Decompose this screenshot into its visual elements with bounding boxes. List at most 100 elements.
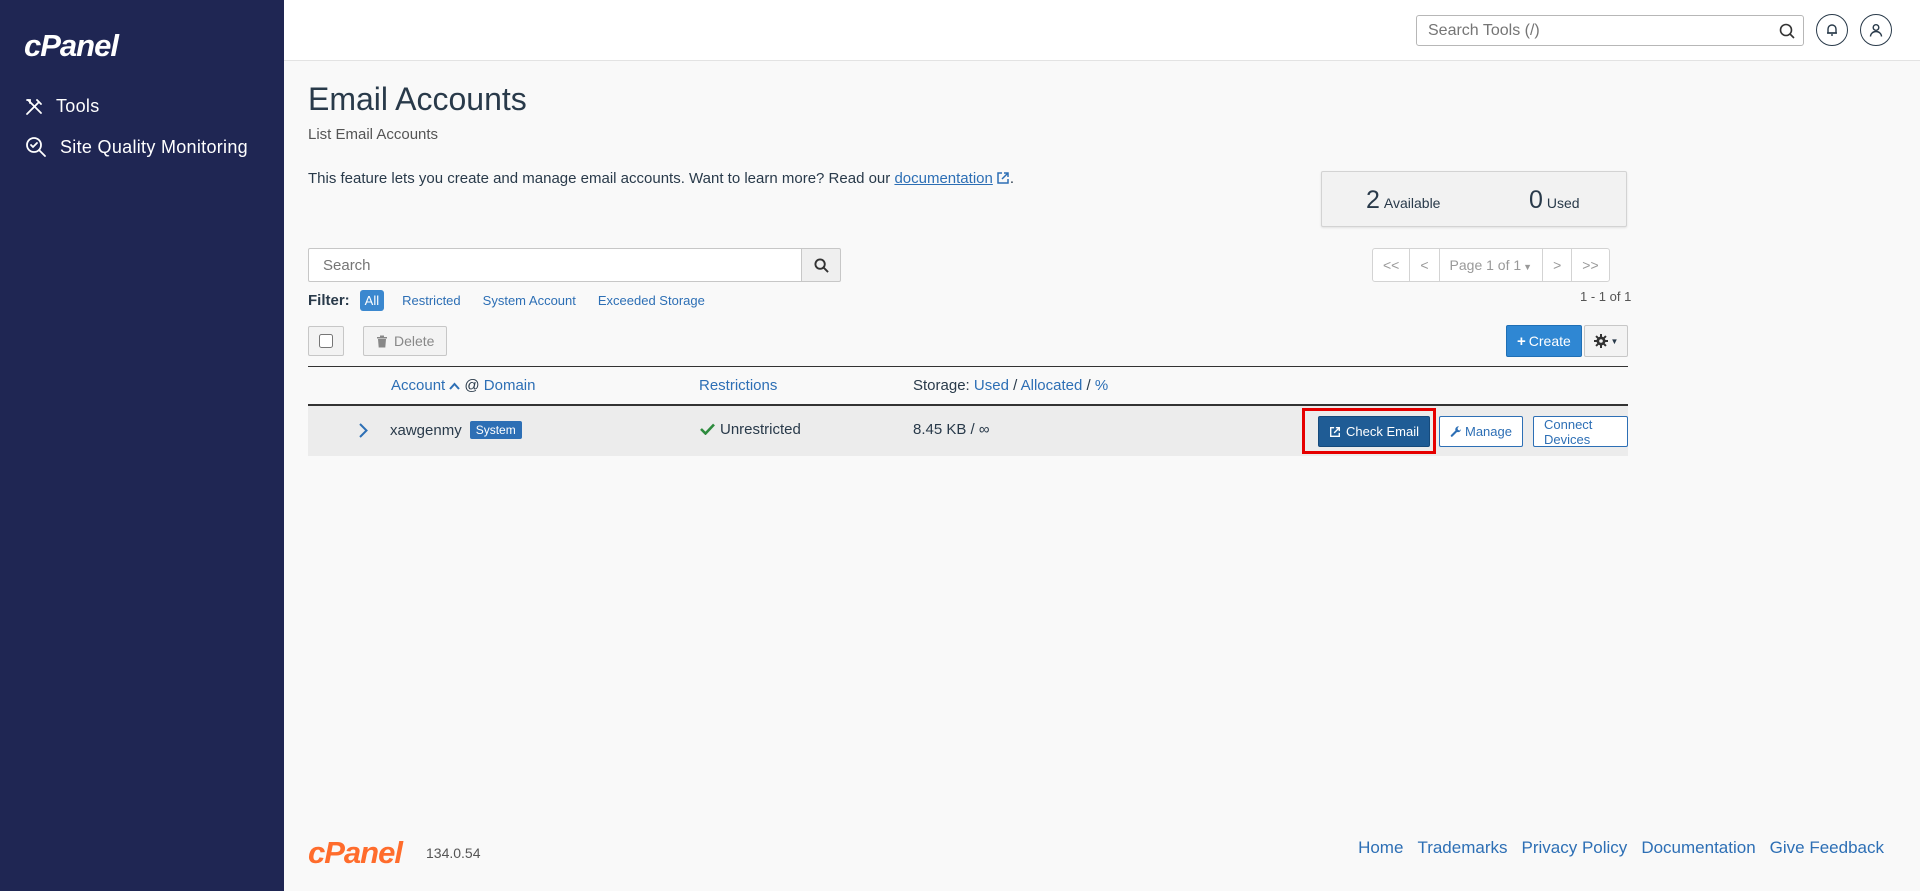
restrictions-cell: Unrestricted [700,421,801,438]
sort-restrictions-link[interactable]: Restrictions [699,377,777,394]
topbar [284,0,1920,61]
check-email-button[interactable]: Check Email [1318,416,1430,447]
account-search-button[interactable] [801,248,841,282]
settings-dropdown-button[interactable]: ▼ [1584,325,1628,357]
stat-used-value: 0 [1529,186,1543,214]
pager-page-label: Page 1 of 1 [1449,257,1522,273]
column-storage: Storage: Used / Allocated / % [913,377,1109,394]
delete-button[interactable]: Delete [363,326,448,356]
footer-link-privacy-policy[interactable]: Privacy Policy [1522,838,1628,858]
filter-system-account[interactable]: System Account [483,293,576,308]
tool-search-input[interactable] [1426,21,1766,41]
footer-cpanel-logo: cPanel [308,835,403,870]
at-separator: @ [464,377,480,394]
manage-label: Manage [1465,424,1512,439]
account-cell: xawgenmy System [390,421,522,439]
user-menu-button[interactable] [1860,14,1892,46]
column-account-label: Account [391,377,446,394]
account-stats: 2 Available 0 Used [1321,171,1627,227]
wrench-icon [1450,425,1462,437]
pager-first[interactable]: << [1373,249,1411,281]
sidebar: cPanel Tools Site Quality Monitoring [0,0,284,891]
system-badge: System [469,421,522,439]
tools-icon [26,98,42,115]
select-all-checkbox-wrapper[interactable] [308,326,344,356]
footer-link-trademarks[interactable]: Trademarks [1417,838,1507,858]
caret-down-icon: ▼ [1610,336,1619,346]
pager-page-select[interactable]: Page 1 of 1 ▼ [1440,249,1544,281]
chevron-right-icon[interactable] [359,423,368,438]
checkmark-icon [700,423,715,436]
sort-domain-link[interactable]: Domain [484,377,536,394]
plus-icon: + [1517,332,1526,350]
search-icon[interactable] [1779,23,1795,39]
sidebar-item-site-quality-monitoring[interactable]: Site Quality Monitoring [24,135,248,159]
check-email-label: Check Email [1346,424,1419,439]
account-search[interactable] [308,248,802,282]
table-row: xawgenmy System Unrestricted 8.45 KB / ∞ … [308,406,1628,456]
stat-available: 2 Available [1366,186,1440,215]
documentation-link-label: documentation [894,170,993,187]
manage-button[interactable]: Manage [1439,416,1523,447]
documentation-link[interactable]: documentation [894,170,1009,187]
search-icon [813,257,829,273]
footer-link-home[interactable]: Home [1358,838,1403,858]
delete-button-label: Delete [394,333,435,349]
trash-icon [377,335,387,347]
site-quality-icon [26,137,46,157]
intro-text-end: . [1009,170,1015,187]
version-number: 134.0.54 [426,845,481,861]
gear-icon [1593,334,1608,348]
stat-used-label: Used [1546,195,1580,211]
pager-prev[interactable]: < [1410,249,1440,281]
create-button-label: Create [1528,333,1571,349]
sidebar-item-label: Tools [56,96,100,116]
pagination: << < Page 1 of 1 ▼ > >> [1372,248,1610,282]
stat-available-label: Available [1383,195,1441,211]
footer-links: Home Trademarks Privacy Policy Documenta… [1344,838,1884,858]
storage-value: 8.45 KB / ∞ [913,421,990,438]
sidebar-item-label: Site Quality Monitoring [60,136,248,157]
main-content: Email Accounts List Email Accounts This … [284,61,1920,891]
external-link-icon [1330,426,1340,437]
page-title: Email Accounts [308,81,527,117]
account-name: xawgenmy [390,422,462,439]
intro-text-body: This feature lets you create and manage … [308,170,891,187]
page-subtitle: List Email Accounts [308,126,439,143]
select-all-checkbox[interactable] [319,334,333,348]
column-restrictions: Restrictions [699,377,777,394]
sort-up-icon [449,382,460,390]
filter-bar: Filter: All Restricted System Account Ex… [308,290,727,311]
connect-devices-button[interactable]: Connect Devices [1533,416,1628,447]
sort-used-link[interactable]: Used [974,377,1009,394]
sort-allocated-link[interactable]: Allocated [1021,377,1083,394]
sort-account-link[interactable]: Account [391,377,460,394]
footer-link-documentation[interactable]: Documentation [1641,838,1755,858]
sort-percent-link[interactable]: % [1095,377,1108,394]
stat-available-value: 2 [1366,186,1380,214]
filter-exceeded-storage[interactable]: Exceeded Storage [598,293,705,308]
pager-last[interactable]: >> [1572,249,1608,281]
cpanel-logo[interactable]: cPanel [24,28,119,64]
table-header: Account @ Domain Restrictions Storage: U… [308,366,1628,406]
external-link-icon [997,172,1009,184]
column-account-domain: Account @ Domain [391,377,535,394]
account-search-input[interactable] [321,256,781,275]
restrictions-value: Unrestricted [720,421,801,438]
result-count: 1 - 1 of 1 [1580,289,1632,304]
filter-restricted[interactable]: Restricted [402,293,461,308]
tool-search[interactable] [1416,15,1804,46]
caret-down-icon: ▼ [1523,262,1533,272]
user-icon [1869,24,1883,37]
bell-icon [1827,24,1837,36]
pager-next[interactable]: > [1543,249,1573,281]
filter-label: Filter: [308,292,350,309]
stat-used: 0 Used [1529,186,1580,215]
filter-all[interactable]: All [359,290,385,311]
intro-text: This feature lets you create and manage … [308,170,1014,187]
notifications-button[interactable] [1816,14,1848,46]
footer-link-give-feedback[interactable]: Give Feedback [1770,838,1884,858]
create-button[interactable]: + Create [1506,325,1582,357]
sidebar-item-tools[interactable]: Tools [24,96,100,117]
storage-label: Storage: [913,377,970,394]
